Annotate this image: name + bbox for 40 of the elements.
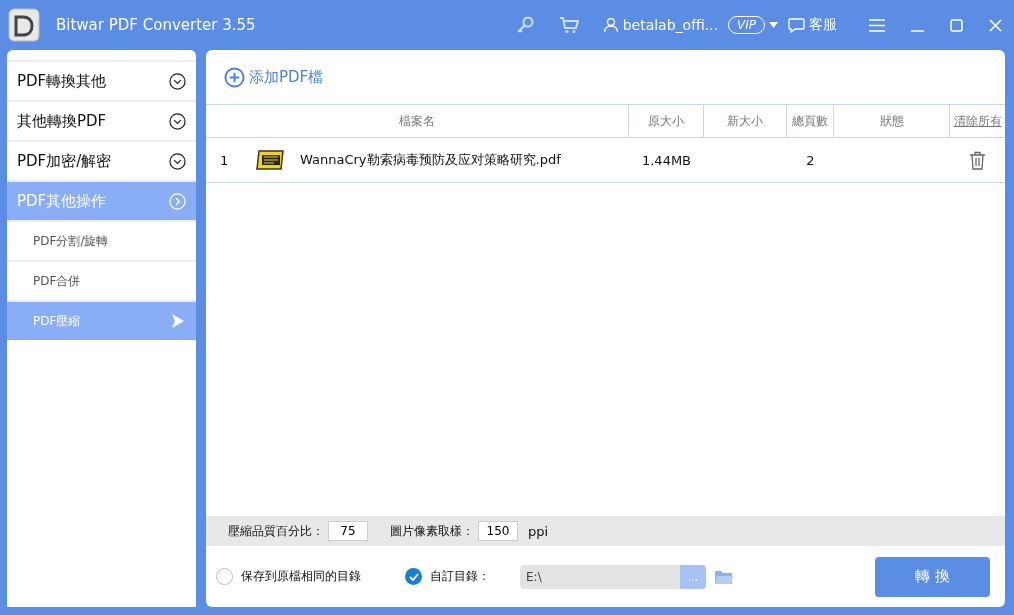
folder-icon[interactable] xyxy=(714,568,734,585)
column-header: 檔案名 xyxy=(206,105,629,137)
cart-icon[interactable] xyxy=(558,16,579,34)
option-label: 自訂目錄： xyxy=(430,568,490,585)
chevron-down-icon xyxy=(169,112,186,130)
close-icon[interactable] xyxy=(989,18,1002,32)
column-header: 原大小 xyxy=(629,105,704,137)
app-logo-icon xyxy=(8,8,40,42)
check-icon xyxy=(408,572,419,581)
page-count: 2 xyxy=(806,152,815,168)
trash-icon[interactable] xyxy=(969,150,986,170)
radio-button[interactable] xyxy=(405,568,422,585)
arrow-right-icon xyxy=(172,314,184,328)
original-size: 1.44MB xyxy=(641,152,692,168)
sampling-input[interactable]: 150 xyxy=(478,521,518,541)
chat-icon xyxy=(788,17,805,33)
unit-label: ppi xyxy=(528,523,549,539)
chevron-down-icon xyxy=(169,152,186,170)
user-icon xyxy=(602,17,619,33)
radio-button[interactable] xyxy=(216,568,233,585)
maximize-icon[interactable] xyxy=(950,18,963,32)
file-name: WannaCry勒索病毒预防及应对策略研究.pdf xyxy=(300,151,561,169)
sampling-label: 圖片像素取樣： xyxy=(390,522,474,540)
add-pdf-button[interactable]: 添加PDF檔 xyxy=(224,66,324,88)
row-number: 1 xyxy=(220,152,229,168)
window-title: Bitwar PDF Converter 3.55 xyxy=(56,16,257,34)
caret-icon[interactable] xyxy=(769,22,778,28)
column-header: 新大小 xyxy=(704,105,787,137)
quality-input[interactable]: 75 xyxy=(328,521,368,541)
clear-all-link[interactable]: 清除所有 xyxy=(953,112,1002,130)
chevron-right-icon xyxy=(169,192,186,210)
path-field[interactable]: E:\ xyxy=(520,564,680,589)
menu-icon[interactable] xyxy=(869,18,885,32)
option-label: 保存到原檔相同的目錄 xyxy=(241,568,361,585)
chevron-down-icon xyxy=(169,72,186,90)
quality-label: 壓縮品質百分比： xyxy=(228,522,324,540)
plus-circle-icon xyxy=(224,66,245,88)
column-header: 狀態 xyxy=(834,105,950,137)
column-header: 總頁數 xyxy=(787,105,834,137)
pdf-file-icon xyxy=(256,149,286,171)
